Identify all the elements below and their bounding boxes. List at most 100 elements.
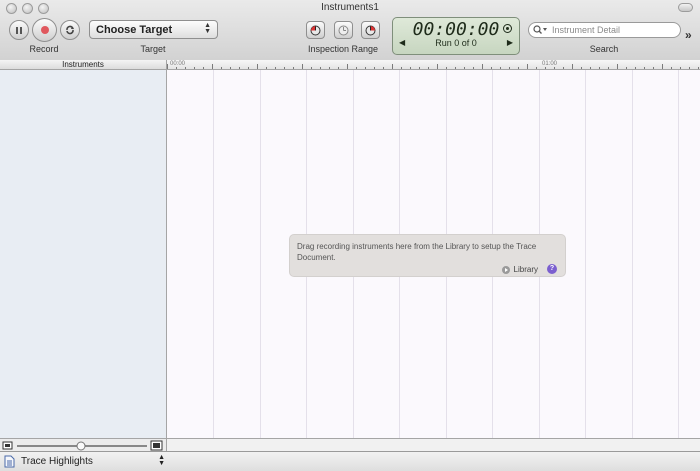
ruler-tick [365, 67, 366, 69]
timeline-ruler[interactable]: 00:00 01:00 [167, 60, 700, 70]
timeline-gridline [585, 70, 586, 438]
ruler-tick [374, 67, 375, 69]
ruler-tick [644, 67, 645, 69]
ruler-tick [554, 67, 555, 69]
search-placeholder: Instrument Detail [552, 25, 621, 35]
toolbar-overflow-button[interactable]: » [685, 28, 692, 42]
ruler-tick [410, 67, 411, 69]
record-button[interactable] [32, 18, 57, 42]
ruler-tick [536, 67, 537, 69]
ruler-tick [266, 67, 267, 69]
ruler-tick [338, 67, 339, 69]
toolbar: Instruments1 Record Choose Target ▲ ▼ Tar… [0, 0, 700, 61]
ruler-tick [194, 67, 195, 69]
ruler-tick [284, 67, 285, 69]
inspection-start-icon [310, 25, 321, 35]
ruler-tick [680, 67, 681, 69]
document-icon [4, 455, 15, 468]
ruler-tick [167, 64, 168, 69]
ruler-tick [608, 67, 609, 69]
timeline-gridline [631, 70, 633, 438]
detail-view-value: Trace Highlights [21, 456, 93, 467]
pause-button[interactable] [9, 20, 29, 40]
chevron-updown-icon: ▲ ▼ [204, 22, 211, 35]
inspection-range-label: Inspection Range [307, 44, 379, 54]
ruler-tick [518, 67, 519, 69]
ruler-tick [437, 64, 438, 69]
ruler-tick [572, 64, 573, 69]
toolbar-toggle-button[interactable] [678, 3, 693, 12]
ruler-tick [239, 67, 240, 69]
detail-view-popup[interactable]: Trace Highlights ▲ ▼ [3, 454, 165, 469]
ruler-tick [653, 67, 654, 69]
ruler-tick [509, 67, 510, 69]
timeline-gridline [678, 70, 679, 438]
time-display: 00:00:00 ◀ Run 0 of 0 ▶ [392, 17, 520, 55]
ruler-tick [176, 67, 177, 69]
library-icon [501, 265, 510, 274]
ruler-tick [464, 67, 465, 69]
inspection-end-button[interactable] [361, 21, 380, 39]
instruments-list[interactable] [0, 70, 167, 438]
ruler-tick [545, 67, 546, 69]
search-field[interactable]: Instrument Detail [528, 22, 681, 38]
ruler-tick [212, 64, 213, 69]
search-icon [533, 25, 547, 34]
inspection-end-icon [365, 25, 376, 35]
ruler-tick [419, 67, 420, 69]
ruler-tick [383, 67, 384, 69]
loop-button[interactable] [60, 20, 80, 40]
search-label: Search [589, 44, 619, 54]
track-scrollbar[interactable] [167, 438, 700, 451]
ruler-tick [428, 67, 429, 69]
ruler-tick [635, 67, 636, 69]
ruler-label-start: 00:00 [170, 61, 186, 67]
ruler-tick [689, 67, 690, 69]
ruler-tick [275, 67, 276, 69]
library-label: Library [513, 265, 538, 274]
target-label: Target [140, 44, 166, 54]
inspection-start-button[interactable] [306, 21, 325, 39]
ruler-tick [356, 67, 357, 69]
target-popup-value: Choose Target [96, 23, 173, 36]
ruler-tick [500, 67, 501, 69]
detail-bar: Trace Highlights ▲ ▼ [0, 451, 700, 471]
target-popup[interactable]: Choose Target ▲ ▼ [89, 20, 218, 39]
ruler-tick [563, 67, 564, 69]
window-title: Instruments1 [321, 2, 379, 13]
slider-thumb[interactable] [76, 441, 86, 451]
instruments-window: Instruments1 Record Choose Target ▲ ▼ Tar… [0, 0, 700, 471]
ruler-tick [293, 67, 294, 69]
library-button[interactable]: Library [501, 265, 538, 274]
drop-hint-message: Drag recording instruments here from the… [297, 242, 537, 262]
run-counter: Run 0 of 0 [435, 38, 477, 48]
loop-icon [66, 25, 74, 35]
help-icon[interactable]: ? [547, 264, 557, 274]
elapsed-time: 00:00:00 [412, 19, 500, 40]
ruler-tick [662, 64, 663, 69]
timeline-gridline [213, 70, 214, 438]
record-label: Record [29, 44, 59, 54]
ruler-tick [590, 67, 591, 69]
ruler-tick [221, 67, 222, 69]
instruments-header: Instruments [0, 60, 167, 70]
ruler-tick [257, 64, 258, 69]
ruler-tick [392, 64, 393, 69]
clock-icon[interactable] [503, 24, 512, 33]
ruler-tick [329, 67, 330, 69]
ruler-tick [248, 67, 249, 69]
ruler-tick [626, 67, 627, 69]
track-area[interactable]: Drag recording instruments here from the… [167, 70, 700, 438]
inspection-clear-icon [338, 25, 349, 35]
drop-hint-bubble: Drag recording instruments here from the… [289, 234, 566, 277]
ruler-tick [311, 67, 312, 69]
ruler-tick [203, 67, 204, 69]
next-run-button[interactable]: ▶ [507, 38, 513, 47]
ruler-tick [698, 67, 699, 69]
ruler-tick [320, 67, 321, 69]
ruler-tick [230, 67, 231, 69]
ruler-tick [446, 67, 447, 69]
inspection-clear-button[interactable] [334, 21, 353, 39]
pause-icon [16, 26, 22, 34]
ruler-tick [473, 67, 474, 69]
